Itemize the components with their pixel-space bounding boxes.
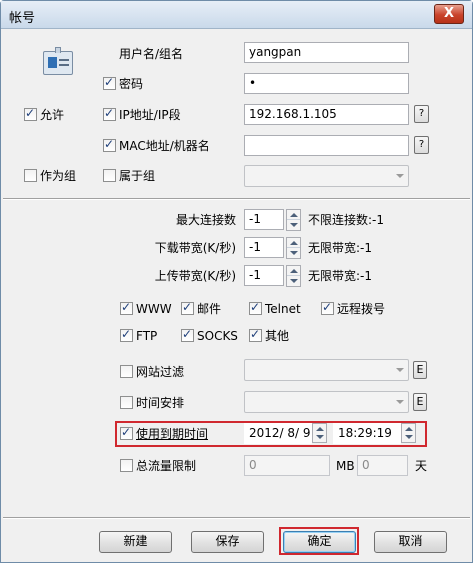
allow-label: 允许	[40, 108, 65, 122]
password-checkbox[interactable]	[103, 75, 116, 90]
site-filter-checkbox[interactable]	[120, 365, 133, 378]
username-label: 用户名/组名	[119, 47, 184, 61]
traffic-limit-label: 总流量限制	[136, 459, 197, 473]
bottom-divider	[3, 517, 470, 519]
ip-field[interactable]: 192.168.1.105	[244, 104, 409, 125]
dialup-checkbox[interactable]	[321, 300, 334, 315]
schedule-label: 时间安排	[136, 396, 185, 410]
socks-label: SOCKS	[197, 329, 238, 343]
group-select[interactable]	[244, 165, 409, 187]
traffic-limit-field[interactable]: 0	[244, 455, 330, 476]
max-conn-stepper[interactable]	[286, 209, 301, 231]
close-button[interactable]: X	[434, 4, 464, 24]
title-bar: 帐号 X	[1, 1, 472, 29]
telnet-checkbox[interactable]	[249, 300, 262, 315]
traffic-unit-label: MB	[336, 459, 355, 473]
expire-date-stepper[interactable]	[312, 423, 327, 443]
expire-time-field[interactable]: 18:29:19	[333, 423, 401, 444]
new-button[interactable]: 新建	[99, 531, 172, 553]
belongs-group-label: 属于组	[119, 169, 156, 183]
expire-label: 使用到期时间	[136, 427, 209, 441]
days-unit-label: 天	[415, 459, 428, 473]
schedule-edit-button[interactable]: E	[413, 393, 427, 411]
ftp-checkbox[interactable]	[120, 327, 133, 342]
chevron-down-icon	[396, 400, 404, 404]
site-filter-edit-button[interactable]: E	[413, 361, 427, 379]
mac-field[interactable]	[244, 135, 409, 156]
mac-help-button[interactable]: ?	[414, 136, 429, 154]
mac-checkbox[interactable]	[103, 137, 116, 152]
ftp-label: FTP	[136, 329, 158, 343]
www-label: WWW	[136, 302, 172, 316]
dialup-label: 远程拨号	[337, 302, 386, 316]
ip-checkbox[interactable]	[103, 106, 116, 121]
traffic-days-field[interactable]: 0	[357, 455, 408, 476]
download-hint: 无限带宽:-1	[308, 241, 373, 255]
as-group-label: 作为组	[40, 169, 77, 183]
upload-hint: 无限带宽:-1	[308, 269, 373, 283]
www-checkbox[interactable]	[120, 300, 133, 315]
expire-checkbox[interactable]	[120, 425, 133, 440]
site-filter-select[interactable]	[244, 359, 409, 381]
max-conn-label: 最大连接数	[175, 213, 236, 227]
mac-label: MAC地址/机器名	[119, 139, 210, 153]
password-label: 密码	[119, 77, 144, 91]
other-label: 其他	[265, 329, 290, 343]
as-group-checkbox[interactable]	[24, 169, 37, 182]
socks-checkbox[interactable]	[181, 327, 194, 342]
download-field[interactable]: -1	[244, 237, 284, 258]
site-filter-label: 网站过滤	[136, 365, 185, 379]
account-dialog: 帐号 X 用户名/组名 yangpan 密码 • 允许 IP地址/IP段 192…	[0, 0, 473, 563]
ip-label: IP地址/IP段	[119, 108, 181, 122]
cancel-button[interactable]: 取消	[374, 531, 447, 553]
ip-help-button[interactable]: ?	[414, 105, 429, 123]
expire-date-field[interactable]: 2012/ 8/ 9	[244, 423, 312, 444]
belongs-group-checkbox[interactable]	[103, 169, 116, 182]
schedule-checkbox[interactable]	[120, 396, 133, 409]
ok-button[interactable]: 确定	[283, 531, 356, 553]
window-title: 帐号	[9, 11, 36, 26]
chevron-down-icon	[396, 368, 404, 372]
download-stepper[interactable]	[286, 237, 301, 259]
upload-stepper[interactable]	[286, 265, 301, 287]
upload-field[interactable]: -1	[244, 265, 284, 286]
max-conn-field[interactable]: -1	[244, 209, 284, 230]
mail-label: 邮件	[197, 302, 222, 316]
chevron-down-icon	[396, 174, 404, 178]
schedule-select[interactable]	[244, 391, 409, 413]
other-checkbox[interactable]	[249, 327, 262, 342]
username-field[interactable]: yangpan	[244, 42, 409, 63]
account-card-icon	[43, 47, 73, 75]
mail-checkbox[interactable]	[181, 300, 194, 315]
password-field[interactable]: •	[244, 73, 409, 94]
download-label: 下载带宽(K/秒)	[154, 241, 236, 255]
telnet-label: Telnet	[265, 302, 301, 316]
traffic-limit-checkbox[interactable]	[120, 459, 133, 472]
save-button[interactable]: 保存	[191, 531, 264, 553]
max-conn-hint: 不限连接数:-1	[308, 213, 385, 227]
expire-time-stepper[interactable]	[401, 423, 416, 443]
divider	[3, 198, 470, 200]
upload-label: 上传带宽(K/秒)	[154, 269, 236, 283]
allow-checkbox[interactable]	[24, 106, 37, 121]
